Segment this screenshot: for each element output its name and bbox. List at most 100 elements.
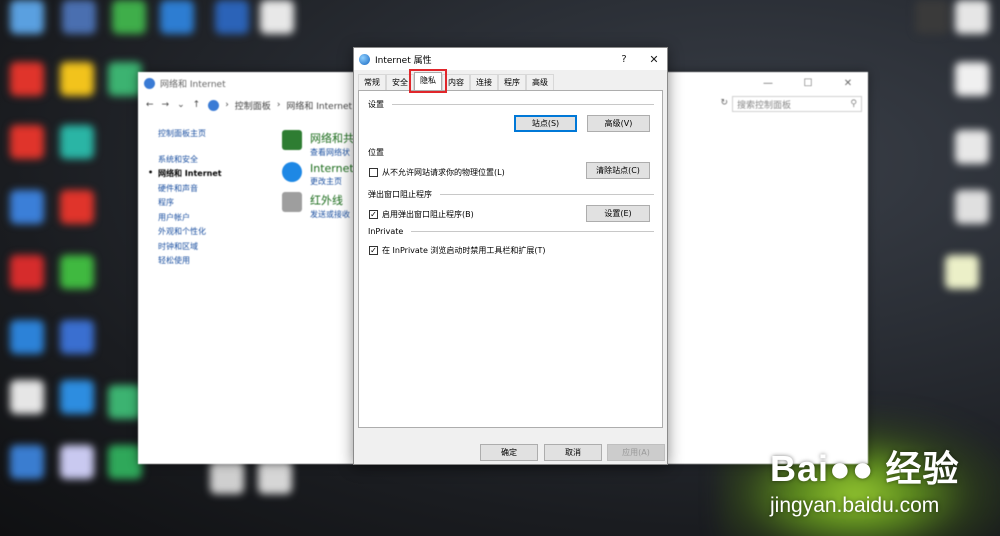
- tab-programs[interactable]: 程序: [498, 74, 526, 90]
- search-input[interactable]: 搜索控制面板 ⚲: [732, 96, 862, 112]
- tab-connections[interactable]: 连接: [470, 74, 498, 90]
- desktop-icon[interactable]: [62, 0, 96, 34]
- checkbox-box[interactable]: [369, 168, 378, 177]
- desktop-icon[interactable]: [955, 130, 989, 164]
- category-internet-options[interactable]: Internet 更改主页: [282, 162, 354, 187]
- forward-arrow-icon[interactable]: →: [162, 100, 170, 110]
- desktop-icon[interactable]: [60, 445, 94, 479]
- sidebar-item-network-internet[interactable]: 网络和 Internet: [148, 168, 222, 183]
- close-button[interactable]: ✕: [828, 78, 868, 89]
- desktop-icon[interactable]: [215, 0, 249, 34]
- sidebar-item-ease-of-access[interactable]: 轻松使用: [158, 255, 222, 270]
- desktop-icon[interactable]: [258, 460, 292, 494]
- location-group: 位置: [368, 147, 654, 158]
- cancel-button[interactable]: 取消: [544, 444, 602, 461]
- sidebar-item-hardware-sound[interactable]: 硬件和声音: [158, 183, 222, 198]
- category-title[interactable]: Internet: [310, 162, 354, 175]
- tab-strip: 常规 安全 隐私 内容 连接 程序 高级: [358, 72, 554, 90]
- popup-settings-button[interactable]: 设置(E): [586, 205, 650, 222]
- recent-locations-icon[interactable]: ⌄: [177, 100, 185, 110]
- breadcrumb-item[interactable]: 控制面板: [235, 99, 271, 112]
- sidebar-item-user-accounts[interactable]: 用户帐户: [158, 212, 222, 227]
- desktop-icon[interactable]: [60, 380, 94, 414]
- category-title[interactable]: 红外线: [310, 192, 350, 208]
- tab-advanced[interactable]: 高级: [526, 74, 554, 90]
- checkbox-box[interactable]: ✓: [369, 210, 378, 219]
- desktop-icon[interactable]: [10, 62, 44, 96]
- category-title[interactable]: 网络和共: [310, 130, 354, 146]
- search-icon[interactable]: ⚲: [850, 99, 857, 109]
- clear-sites-button[interactable]: 清除站点(C): [586, 162, 650, 179]
- desktop-icon[interactable]: [10, 0, 44, 34]
- refresh-icon[interactable]: ↻: [720, 98, 728, 108]
- desktop-icon[interactable]: [112, 0, 146, 34]
- desktop-icon[interactable]: [60, 255, 94, 289]
- popup-blocker-group: 弹出窗口阻止程序: [368, 189, 654, 200]
- breadcrumb[interactable]: › 控制面板 › 网络和 Internet: [208, 99, 352, 112]
- desktop-icon[interactable]: [955, 190, 989, 224]
- desktop-icon[interactable]: [60, 190, 94, 224]
- divider: [411, 231, 654, 232]
- tab-general[interactable]: 常规: [358, 74, 386, 90]
- internet-properties-dialog: Internet 属性 ? ✕ 常规 安全 隐私 内容 连接 程序 高级 设置 …: [353, 47, 668, 465]
- desktop-icon[interactable]: [260, 0, 294, 34]
- back-arrow-icon[interactable]: ←: [146, 100, 154, 110]
- breadcrumb-separator: ›: [276, 100, 281, 110]
- desktop-icon[interactable]: [10, 255, 44, 289]
- divider: [440, 194, 654, 195]
- desktop-icon[interactable]: [60, 62, 94, 96]
- baidu-jingyan-watermark: Bai●● 经验 jingyan.baidu.com: [770, 440, 990, 518]
- inprivate-checkbox[interactable]: ✓ 在 InPrivate 浏览启动时禁用工具栏和扩展(T): [369, 245, 546, 256]
- watermark-url: jingyan.baidu.com: [770, 494, 940, 517]
- location-checkbox[interactable]: 从不允许网站请求你的物理位置(L): [369, 167, 505, 178]
- desktop-icon[interactable]: [60, 320, 94, 354]
- sites-button[interactable]: 站点(S): [514, 115, 577, 132]
- popup-blocker-checkbox[interactable]: ✓ 启用弹出窗口阻止程序(B): [369, 209, 474, 220]
- tab-security[interactable]: 安全: [386, 74, 414, 90]
- desktop-icon[interactable]: [10, 320, 44, 354]
- desktop-icon[interactable]: [10, 125, 44, 159]
- sidebar-item-appearance[interactable]: 外观和个性化: [158, 226, 222, 241]
- inprivate-group-title: InPrivate: [368, 227, 404, 236]
- desktop-icon[interactable]: [915, 0, 949, 34]
- sidebar-item-programs[interactable]: 程序: [158, 197, 222, 212]
- category-infrared[interactable]: 红外线 发送或接收: [282, 192, 350, 220]
- category-network-sharing[interactable]: 网络和共 查看网络状: [282, 130, 354, 158]
- network-icon: [144, 77, 155, 89]
- desktop-icon[interactable]: [108, 385, 142, 419]
- desktop-icon[interactable]: [10, 190, 44, 224]
- desktop-icon[interactable]: [945, 255, 979, 289]
- popup-group-title: 弹出窗口阻止程序: [368, 190, 432, 199]
- sidebar-item-clock-region[interactable]: 时钟和区域: [158, 241, 222, 256]
- desktop-icon[interactable]: [108, 445, 142, 479]
- checkbox-box[interactable]: ✓: [369, 246, 378, 255]
- desktop-icon[interactable]: [955, 0, 989, 34]
- sidebar-item-system-security[interactable]: 系统和安全: [158, 154, 222, 169]
- dialog-title: Internet 属性: [375, 55, 432, 66]
- category-link[interactable]: 更改主页: [310, 176, 354, 187]
- desktop-icon[interactable]: [210, 460, 244, 494]
- tab-content[interactable]: 内容: [442, 74, 470, 90]
- desktop-icon[interactable]: [955, 62, 989, 96]
- apply-button[interactable]: 应用(A): [607, 444, 665, 461]
- close-button[interactable]: ✕: [641, 53, 667, 66]
- popup-checkbox-label: 启用弹出窗口阻止程序(B): [382, 210, 474, 219]
- infrared-icon: [282, 192, 302, 212]
- category-link[interactable]: 查看网络状: [310, 147, 354, 158]
- desktop-icon[interactable]: [10, 380, 44, 414]
- network-center-icon: [282, 130, 302, 150]
- help-button[interactable]: ?: [612, 54, 636, 65]
- ok-button[interactable]: 确定: [480, 444, 538, 461]
- up-arrow-icon[interactable]: ↑: [193, 100, 201, 110]
- minimize-button[interactable]: —: [748, 78, 788, 89]
- desktop-icon[interactable]: [160, 0, 194, 34]
- maximize-button[interactable]: ☐: [788, 78, 828, 89]
- tab-privacy[interactable]: 隐私: [414, 72, 442, 90]
- category-link[interactable]: 发送或接收: [310, 209, 350, 220]
- desktop-icon[interactable]: [10, 445, 44, 479]
- advanced-button[interactable]: 高级(V): [587, 115, 650, 132]
- sidebar-home-link[interactable]: 控制面板主页: [158, 128, 222, 143]
- desktop-icon[interactable]: [60, 125, 94, 159]
- breadcrumb-item[interactable]: 网络和 Internet: [286, 99, 352, 112]
- desktop-icon[interactable]: [108, 62, 142, 96]
